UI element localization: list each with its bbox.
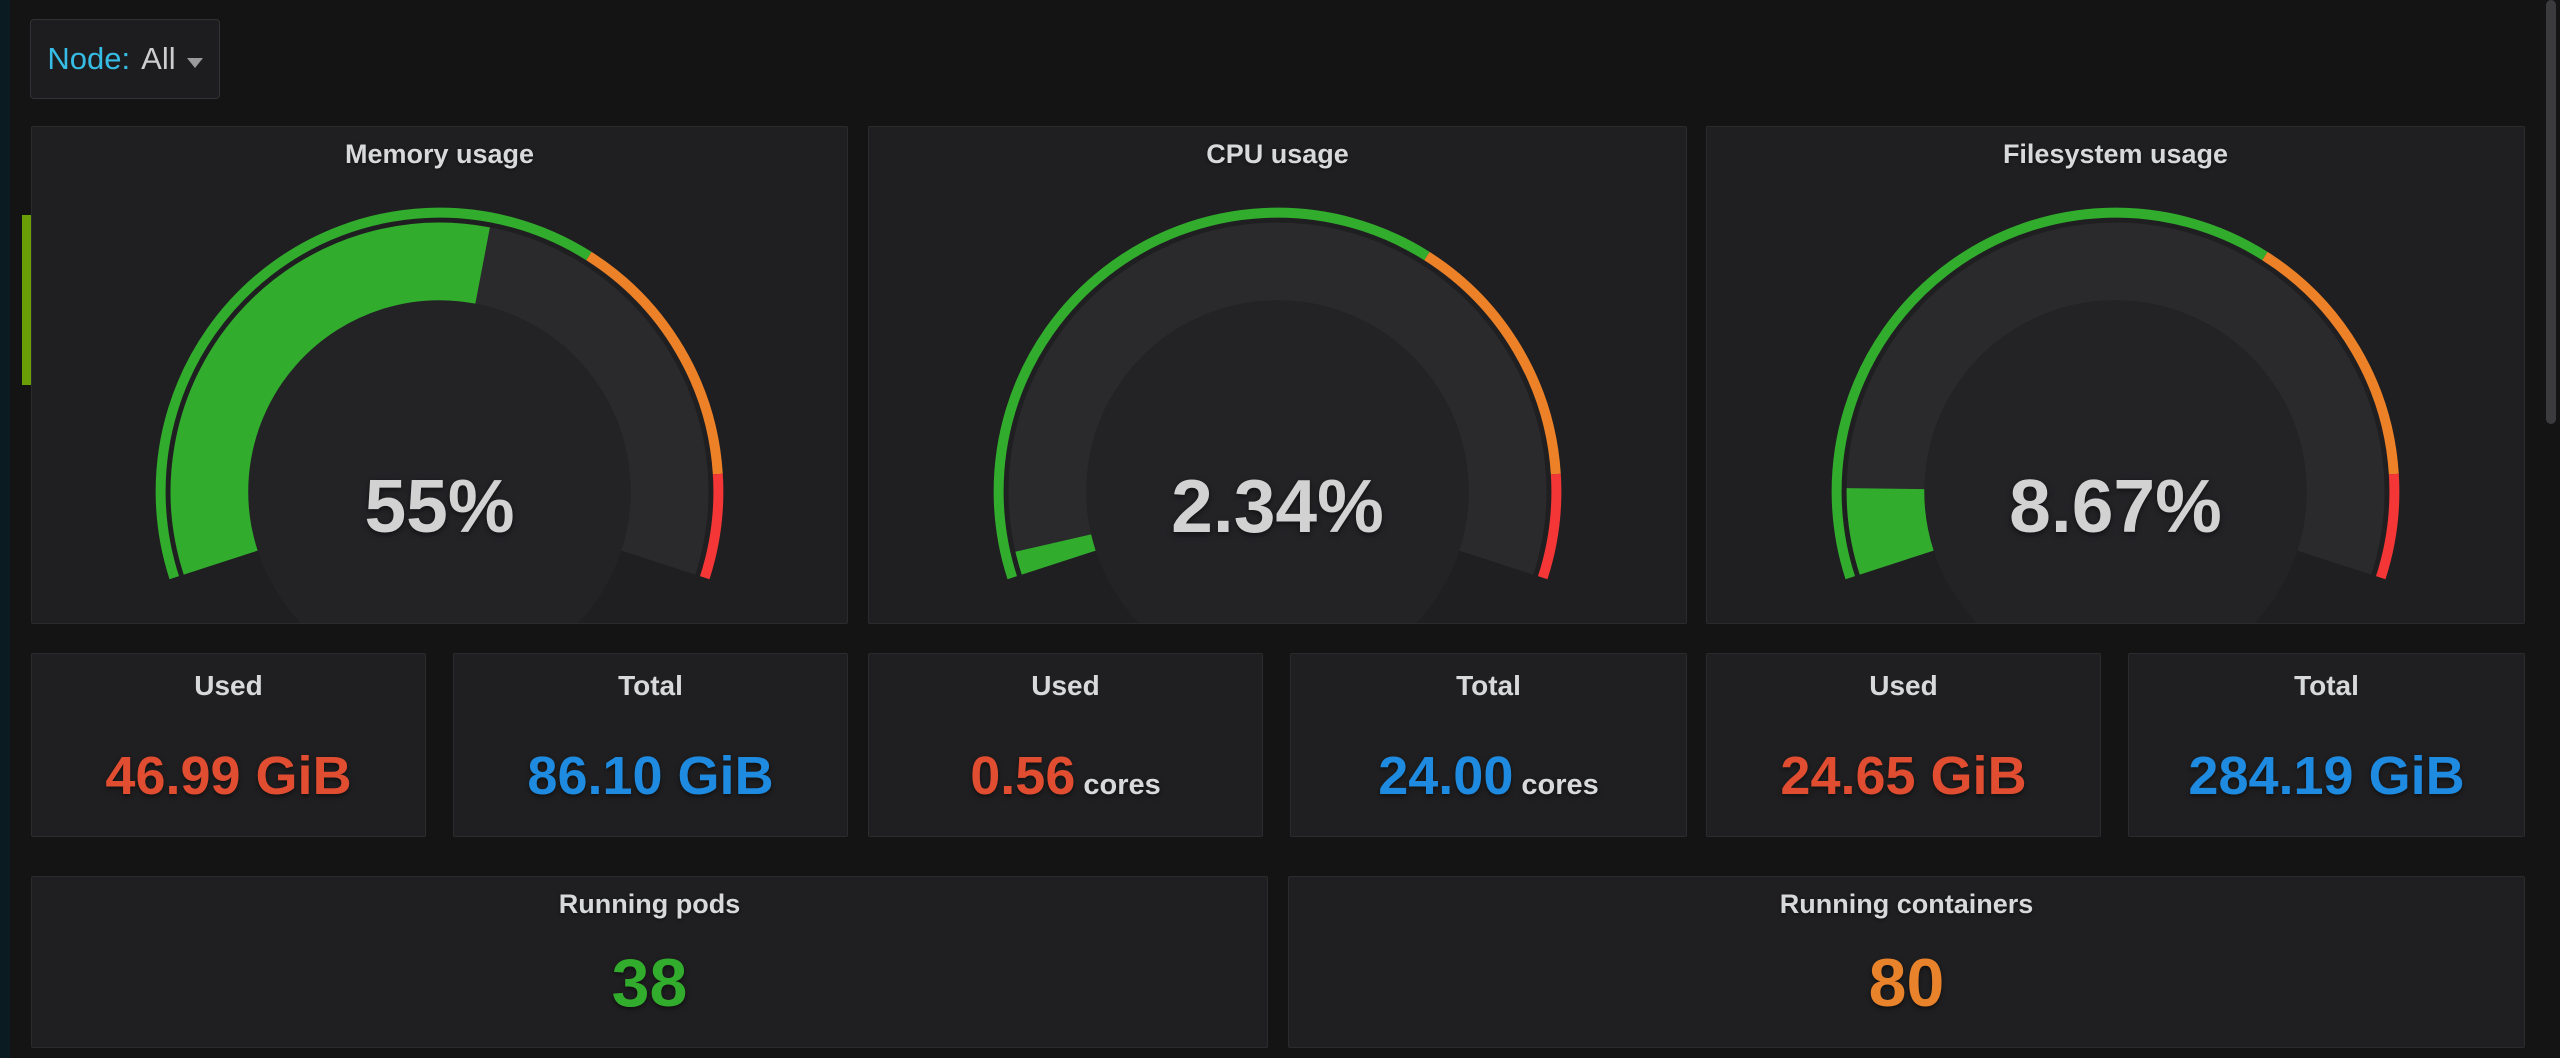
stat-label[interactable]: Used: [32, 670, 425, 702]
sidebar-edge-rail: [0, 0, 10, 1058]
stat-label[interactable]: Used: [869, 670, 1262, 702]
stat-value: 284.19 GiB: [2129, 726, 2524, 826]
panel-filesystem-usage: Filesystem usage 8.67%: [1706, 126, 2525, 624]
stat-postfix: cores: [1083, 769, 1160, 802]
panel-cpu-usage: CPU usage 2.34%: [868, 126, 1687, 624]
panel-memory-used: Used 46.99 GiB: [31, 653, 426, 837]
panel-cpu-total: Total 24.00 cores: [1290, 653, 1687, 837]
stat-postfix: cores: [1521, 769, 1598, 802]
stat-value: 24.00 cores: [1291, 726, 1686, 826]
stat-number: 86.10 GiB: [527, 726, 773, 826]
stat-value: 86.10 GiB: [454, 726, 847, 826]
stat-label[interactable]: Total: [2129, 670, 2524, 702]
node-variable-dropdown[interactable]: Node: All: [30, 19, 220, 99]
panel-cpu-used: Used 0.56 cores: [868, 653, 1263, 837]
node-variable-label: Node:: [47, 41, 130, 77]
gauge-value: 55%: [32, 451, 847, 561]
panel-title[interactable]: Running containers: [1289, 889, 2524, 920]
stat-number: 24.00: [1378, 726, 1513, 826]
chevron-down-icon: [187, 58, 203, 68]
panel-running-pods: Running pods 38: [31, 876, 1268, 1048]
panel-running-containers: Running containers 80: [1288, 876, 2525, 1048]
gauge-value: 2.34%: [869, 451, 1686, 561]
counter-value: 38: [32, 931, 1267, 1035]
node-variable-value: All: [141, 41, 175, 77]
panel-filesystem-used: Used 24.65 GiB: [1706, 653, 2101, 837]
stat-value: 24.65 GiB: [1707, 726, 2100, 826]
panel-filesystem-total: Total 284.19 GiB: [2128, 653, 2525, 837]
stat-value: 46.99 GiB: [32, 726, 425, 826]
panel-memory-usage: Memory usage 55%: [31, 126, 848, 624]
panel-memory-total: Total 86.10 GiB: [453, 653, 848, 837]
stat-number: 24.65 GiB: [1780, 726, 2026, 826]
scrollbar-thumb[interactable]: [2546, 0, 2556, 424]
counter-value: 80: [1289, 931, 2524, 1035]
panel-title[interactable]: Running pods: [32, 889, 1267, 920]
stat-label[interactable]: Total: [1291, 670, 1686, 702]
dashboard-page: Node: All Memory usage 55% CPU usage 2.3…: [0, 0, 2560, 1058]
stat-number: 284.19 GiB: [2188, 726, 2464, 826]
stat-label[interactable]: Total: [454, 670, 847, 702]
stat-value: 0.56 cores: [869, 726, 1262, 826]
stat-label[interactable]: Used: [1707, 670, 2100, 702]
stat-number: 46.99 GiB: [105, 726, 351, 826]
stat-number: 0.56: [970, 726, 1075, 826]
gauge-value: 8.67%: [1707, 451, 2524, 561]
